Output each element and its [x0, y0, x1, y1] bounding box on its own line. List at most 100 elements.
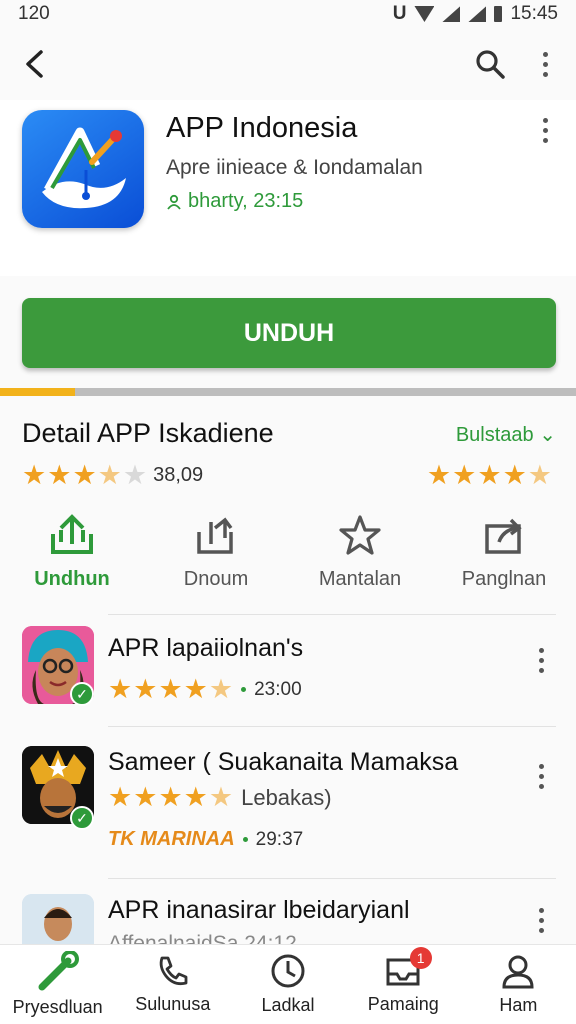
- action-label: Panglnan: [461, 568, 547, 590]
- star-icon: ★: [72, 460, 97, 490]
- battery-icon: [494, 6, 503, 22]
- signal-icon: [442, 6, 461, 22]
- wifi-icon: [414, 6, 435, 22]
- app-title: APP Indonesia: [166, 112, 358, 144]
- nav-item-sulunusa[interactable]: Sulunusa: [115, 945, 230, 1024]
- action-mantalan-button[interactable]: Mantalan: [288, 514, 432, 604]
- star-icon: ★: [47, 460, 72, 490]
- status-icons: U 15:45: [393, 3, 558, 25]
- install-button[interactable]: UNDUH: [22, 298, 556, 368]
- nav-label: Pryesdluan: [12, 997, 103, 1017]
- detail-link[interactable]: Bulstaab ⌄: [456, 422, 556, 447]
- nav-item-ham[interactable]: Ham: [461, 945, 576, 1024]
- status-clock: 15:45: [510, 3, 558, 24]
- phone-icon: [159, 956, 188, 986]
- detail-section: Detail APP Iskadiene Bulstaab ⌄ ★ ★ ★ ★ ★ 38…: [0, 396, 576, 972]
- action-dnoum-button[interactable]: Dnoum: [144, 514, 288, 604]
- bottom-navigation: Pryesdluan Sulunusa Ladkal 1 Pamaing Ham: [0, 944, 576, 1024]
- chevron-down-icon: ⌄: [539, 424, 556, 446]
- list-item-title: APR lapaiiolnan's: [108, 634, 304, 662]
- more-vert-icon: [538, 907, 544, 933]
- search-button[interactable]: [470, 44, 510, 84]
- forward-icon: [485, 518, 522, 554]
- list-item-extra: Lebakas): [241, 784, 332, 810]
- list-item-meta-secondary: TK MARINAA 29:37: [108, 828, 303, 851]
- app-bar: [0, 36, 576, 92]
- search-icon: [476, 50, 505, 79]
- list-item[interactable]: ✓ Sameer ( Suakanaita Mamaksa ★ ★ ★ ★ ★ Leba…: [0, 736, 576, 876]
- action-label: Undhun: [34, 568, 110, 590]
- app-meta: bharty, 23:15: [166, 190, 303, 213]
- more-vert-icon: [538, 763, 544, 789]
- star-icon: ★: [108, 674, 133, 704]
- clock-icon: [271, 954, 305, 988]
- star-icon: ★: [183, 674, 208, 704]
- list-item-tag: TK MARINAA: [108, 828, 235, 850]
- star-icon: ★: [452, 460, 477, 490]
- list-item-more-button[interactable]: [528, 640, 554, 680]
- rating-stars: ★ ★ ★ ★ ★: [108, 784, 233, 811]
- nav-item-pamaing[interactable]: 1 Pamaing: [346, 945, 461, 1024]
- more-vert-icon: [538, 647, 544, 673]
- rating-summary: ★ ★ ★ ★ ★ 38,09: [22, 462, 203, 489]
- detail-title: Detail APP Iskadiene: [22, 418, 274, 448]
- star-icon: ★: [208, 674, 234, 704]
- action-panglnan-button[interactable]: Panglnan: [432, 514, 576, 604]
- nav-item-ladkal[interactable]: Ladkal: [230, 945, 345, 1024]
- star-icon: ★: [477, 460, 502, 490]
- nav-label: Ladkal: [261, 995, 315, 1015]
- download-progress-bar: [0, 388, 576, 396]
- overflow-menu-button[interactable]: [530, 44, 560, 84]
- nav-item-pryesdluan[interactable]: Pryesdluan: [0, 945, 115, 1024]
- star-icon: ★: [502, 460, 527, 490]
- signal-icon-2: [468, 6, 487, 22]
- detail-link-label: Bulstaab: [455, 424, 534, 446]
- app-subtitle: Apre iinieace & Iondamalan: [166, 156, 423, 179]
- list-item-more-button[interactable]: [528, 900, 554, 940]
- status-bar: 120 U 15:45: [0, 0, 576, 28]
- app-overflow-button[interactable]: [530, 110, 560, 150]
- verified-badge-icon: ✓: [70, 806, 94, 830]
- action-undhun-button[interactable]: Undhun: [0, 514, 144, 604]
- list-item-meta: ★ ★ ★ ★ ★ Lebakas): [108, 784, 332, 811]
- star-icon: ★: [133, 782, 158, 812]
- divider: [108, 878, 556, 879]
- action-label: Dnoum: [183, 568, 249, 590]
- star-icon: ★: [122, 460, 148, 490]
- rating-count: 38,09: [153, 464, 204, 486]
- app-logo: [22, 110, 144, 228]
- app-meta-text: bharty, 23:15: [188, 190, 304, 212]
- developer-icon: [167, 194, 181, 210]
- nav-label: Sulunusa: [135, 994, 211, 1014]
- separator-dot: [242, 837, 248, 842]
- list-item[interactable]: ✓ APR lapaiiolnan's ★ ★ ★ ★ ★ 23:00: [0, 618, 576, 738]
- star-icon: ★: [527, 460, 552, 490]
- star-icon: ★: [22, 460, 47, 490]
- more-vert-icon: [542, 117, 548, 143]
- back-arrow-icon: [26, 50, 43, 78]
- back-button[interactable]: [14, 44, 54, 84]
- separator-dot: [241, 687, 247, 692]
- list-item-title: Sameer ( Suakanaita Mamaksa: [108, 748, 459, 776]
- action-label: Mantalan: [318, 568, 402, 590]
- star-icon: ★: [183, 782, 208, 812]
- vibrate-icon: U: [392, 3, 407, 24]
- notification-badge: 1: [409, 947, 432, 969]
- list-item-title: APR inanasirar lbeidaryianl: [108, 896, 410, 924]
- install-label: UNDUH: [243, 318, 335, 347]
- nav-label: Pamaing: [367, 994, 439, 1014]
- star-icon: ★: [158, 674, 183, 704]
- star-icon: [339, 515, 381, 555]
- divider: [108, 614, 556, 615]
- status-time: 120: [18, 3, 50, 24]
- rating-stars: ★ ★ ★ ★ ★: [22, 462, 147, 489]
- star-icon: ★: [208, 782, 234, 812]
- star-icon: ★: [133, 674, 158, 704]
- star-icon: ★: [426, 460, 452, 490]
- list-item-more-button[interactable]: [528, 756, 554, 796]
- person-icon: [502, 955, 534, 989]
- list-item-time: 29:37: [255, 828, 304, 850]
- more-vert-icon: [542, 51, 548, 77]
- star-icon: ★: [158, 782, 183, 812]
- rating-stars: ★ ★ ★ ★ ★: [108, 676, 233, 703]
